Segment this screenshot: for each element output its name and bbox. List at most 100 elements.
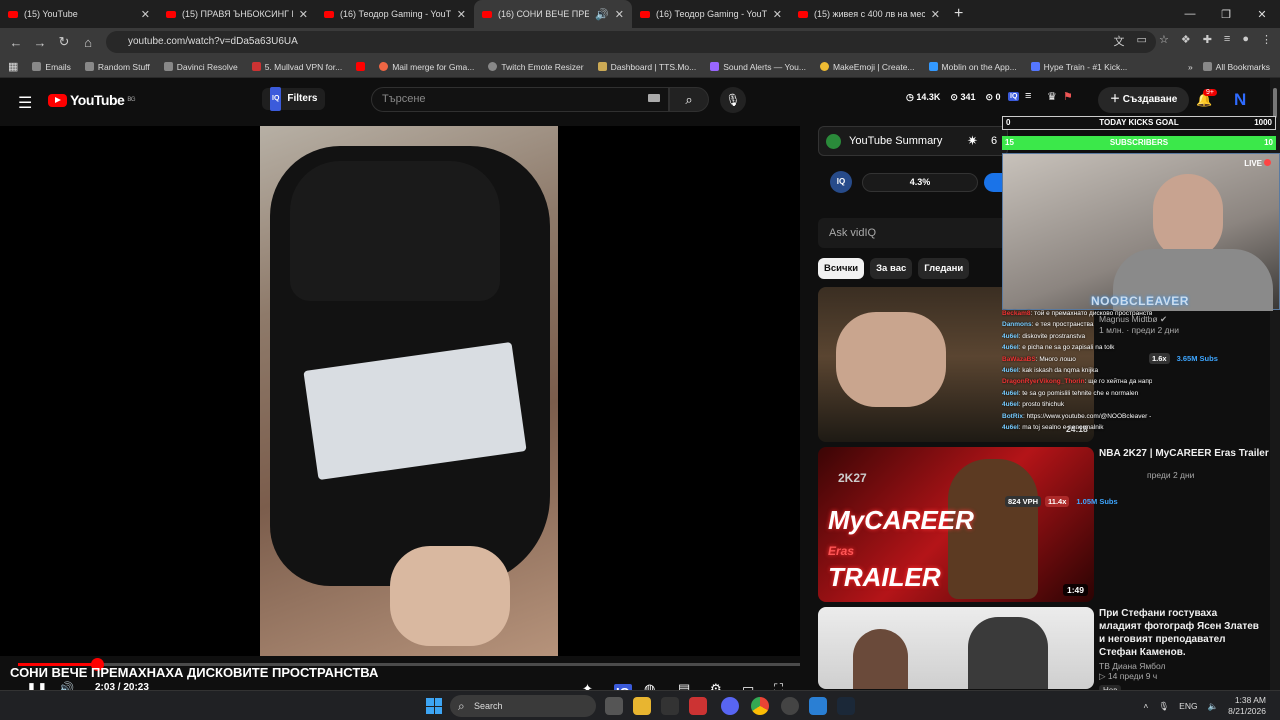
sparkle-icon[interactable]: ✷ — [967, 127, 978, 155]
search-input[interactable]: Търсене — [371, 87, 669, 112]
chip-all[interactable]: Всички — [818, 258, 865, 279]
app-icon[interactable] — [661, 697, 679, 715]
apps-grid-icon[interactable]: ▦ — [8, 60, 18, 73]
file-explorer-icon[interactable] — [633, 697, 651, 715]
close-tab-icon[interactable]: ✕ — [141, 8, 150, 21]
bookmark-star-icon[interactable]: ☆ — [1159, 33, 1169, 49]
media-icon[interactable]: ≡ — [1224, 33, 1230, 49]
task-view-icon[interactable] — [605, 697, 623, 715]
minimize-icon[interactable]: — — [1172, 8, 1208, 20]
keyboard-icon[interactable] — [648, 94, 660, 102]
bookmark-item[interactable]: MakeEmoji | Create... — [819, 62, 915, 72]
bookmark-item[interactable]: Random Stuff — [84, 62, 150, 72]
vidiq-toolbar-icon[interactable]: IQ — [1008, 92, 1020, 101]
browser-tab[interactable]: (16) Теодор Gaming - YouTube ✕ — [316, 0, 474, 28]
browser-tab[interactable]: (16) Теодор Gaming - YouTube ✕ — [632, 0, 790, 28]
create-button[interactable]: ＋ Създаване — [1098, 87, 1190, 113]
app-icon[interactable] — [809, 697, 827, 715]
bookmark-item[interactable]: Sound Alerts — You... — [710, 62, 806, 72]
bookmark-item[interactable]: 5. Mullvad VPN for... — [251, 62, 342, 72]
bookmark-item[interactable]: Emails — [32, 62, 71, 72]
youtube-summary-panel[interactable]: YouTube Summary ✷ 6 — [818, 126, 1008, 156]
bookmark-item[interactable] — [356, 62, 366, 71]
taskbar-search[interactable]: Search — [450, 695, 596, 717]
backpack-image — [270, 146, 550, 586]
app-icon[interactable] — [781, 697, 799, 715]
avatar[interactable]: N — [1234, 90, 1246, 110]
video-thumbnail[interactable]: 2K27 MyCAREER Eras TRAILER 1:49 — [818, 447, 1094, 602]
chat-text: : https://www.youtube.com/@NOOBcleaver -… — [1022, 412, 1152, 420]
video-meta: При Стефани гостуваха младият фотограф Я… — [1099, 607, 1259, 696]
search-button[interactable]: ⌕ — [669, 87, 709, 112]
new-tab-button[interactable]: + — [954, 5, 963, 23]
bookmark-label: Moblin on the App... — [941, 61, 1017, 72]
chevron-up-icon[interactable]: ˄ — [1143, 701, 1148, 711]
restore-icon[interactable]: ❐ — [1208, 8, 1244, 21]
stream-overlay: 0 TODAY KICKS GOAL 1000 15 SUBSCRIBERS 10 LI… — [1002, 116, 1280, 311]
filters-button[interactable]: IQ Filters — [262, 87, 326, 111]
close-tab-icon[interactable]: ✕ — [299, 8, 308, 21]
app-icon[interactable] — [689, 697, 707, 715]
browser-tab[interactable]: (15) живея с 400 лв на месец ✕ — [790, 0, 948, 28]
discord-icon[interactable] — [721, 697, 739, 715]
back-icon[interactable]: ← — [4, 35, 28, 50]
language-indicator[interactable]: ENG — [1179, 701, 1197, 711]
scrollbar-thumb[interactable] — [1273, 88, 1277, 118]
youtube-logo[interactable]: YouTube BG — [48, 92, 135, 108]
bookmark-item[interactable]: Davinci Resolve — [163, 62, 238, 72]
close-window-icon[interactable]: ✕ — [1244, 8, 1280, 21]
video-thumbnail[interactable] — [818, 607, 1094, 689]
puzzle-icon[interactable]: ✚ — [1203, 33, 1212, 49]
steam-icon[interactable] — [837, 697, 855, 715]
menu-lines-icon[interactable]: ≡ — [1025, 90, 1031, 102]
browser-tab[interactable]: (15) YouTube ✕ — [0, 0, 158, 28]
more-menu-icon[interactable]: ⋮ — [1261, 33, 1272, 49]
mic-tray-icon[interactable]: 🎙 — [1158, 701, 1169, 712]
video-player[interactable]: ❚❚ 🔊 2:03 / 20:23 ✦ IQ ◍ ▤ ⚙ ▭ ⛶ — [0, 126, 800, 701]
hamburger-menu-icon[interactable]: ☰ — [18, 93, 32, 113]
chip-watched[interactable]: Гледани — [918, 258, 970, 279]
chevron-right-icon[interactable]: » — [1188, 62, 1193, 72]
ask-vidiq-input[interactable]: Ask vidIQ — [818, 218, 1008, 248]
browser-tab-active[interactable]: (16) СОНИ ВЕЧЕ ПРЕМАХНАХ 🔊 ✕ — [474, 0, 632, 28]
trophy-icon[interactable]: ♛ — [1047, 90, 1057, 103]
bookmark-item[interactable]: Dashboard | TTS.Mo... — [597, 62, 696, 72]
close-tab-icon[interactable]: ✕ — [615, 8, 624, 21]
video-title-link[interactable]: NBA 2K27 | MyCAREER Eras Trailer — [1099, 447, 1269, 460]
all-bookmarks[interactable]: All Bookmarks — [1202, 62, 1270, 72]
video-title-link[interactable]: При Стефани гостуваха младият фотограф Я… — [1099, 607, 1259, 659]
speaker-icon[interactable]: 🔈 — [1208, 701, 1219, 712]
home-icon[interactable]: ⌂ — [76, 35, 100, 50]
region-label: BG — [127, 97, 135, 103]
chrome-icon[interactable] — [751, 697, 769, 715]
channel-label[interactable]: ТВ Диана Ямбол — [1099, 661, 1259, 671]
bookmark-item[interactable]: Moblin on the App... — [928, 61, 1017, 72]
forward-icon[interactable]: → — [28, 35, 52, 50]
close-tab-icon[interactable]: ✕ — [773, 8, 782, 21]
url-field[interactable]: youtube.com/watch?v=dDa5a63U6UA — [106, 31, 1156, 53]
profile-icon[interactable]: ● — [1242, 33, 1249, 49]
audio-icon[interactable]: 🔊 — [595, 8, 609, 21]
subs-left: 15 — [1005, 138, 1014, 147]
chip-for-you[interactable]: За вас — [870, 258, 913, 279]
chat-username: 4u6el — [1002, 332, 1019, 340]
cast-icon[interactable]: ▭ — [1137, 33, 1147, 49]
reload-icon[interactable]: ↻ — [52, 34, 76, 50]
microphone-icon[interactable]: 🎙 — [720, 87, 746, 113]
extension-icon[interactable]: ❖ — [1181, 33, 1191, 49]
bookmark-item[interactable]: Mail merge for Gma... — [379, 62, 474, 72]
vidiq-circle-icon[interactable]: IQ — [830, 171, 852, 193]
translate-icon[interactable]: 文 — [1114, 33, 1125, 49]
close-tab-icon[interactable]: ✕ — [457, 8, 466, 21]
thumb-line: Eras — [828, 544, 855, 558]
video-meta: NBA 2K27 | MyCAREER Eras Trailer преди 2… — [1005, 447, 1269, 507]
browser-tab[interactable]: (15) ПРАВЯ ЪНБОКСИНГ НА ✕ — [158, 0, 316, 28]
bookmark-item[interactable]: Hype Train - #1 Kick... — [1030, 62, 1127, 72]
close-tab-icon[interactable]: ✕ — [931, 8, 940, 21]
clock[interactable]: 1:38 AM 8/21/2026 — [1228, 695, 1266, 717]
windows-start-icon[interactable] — [426, 698, 442, 714]
tts-icon — [597, 62, 607, 71]
bookmark-item[interactable]: Twitch Emote Resizer — [488, 62, 584, 72]
alert-icon[interactable]: ⚑ — [1063, 90, 1073, 103]
video-frame[interactable] — [260, 126, 558, 656]
